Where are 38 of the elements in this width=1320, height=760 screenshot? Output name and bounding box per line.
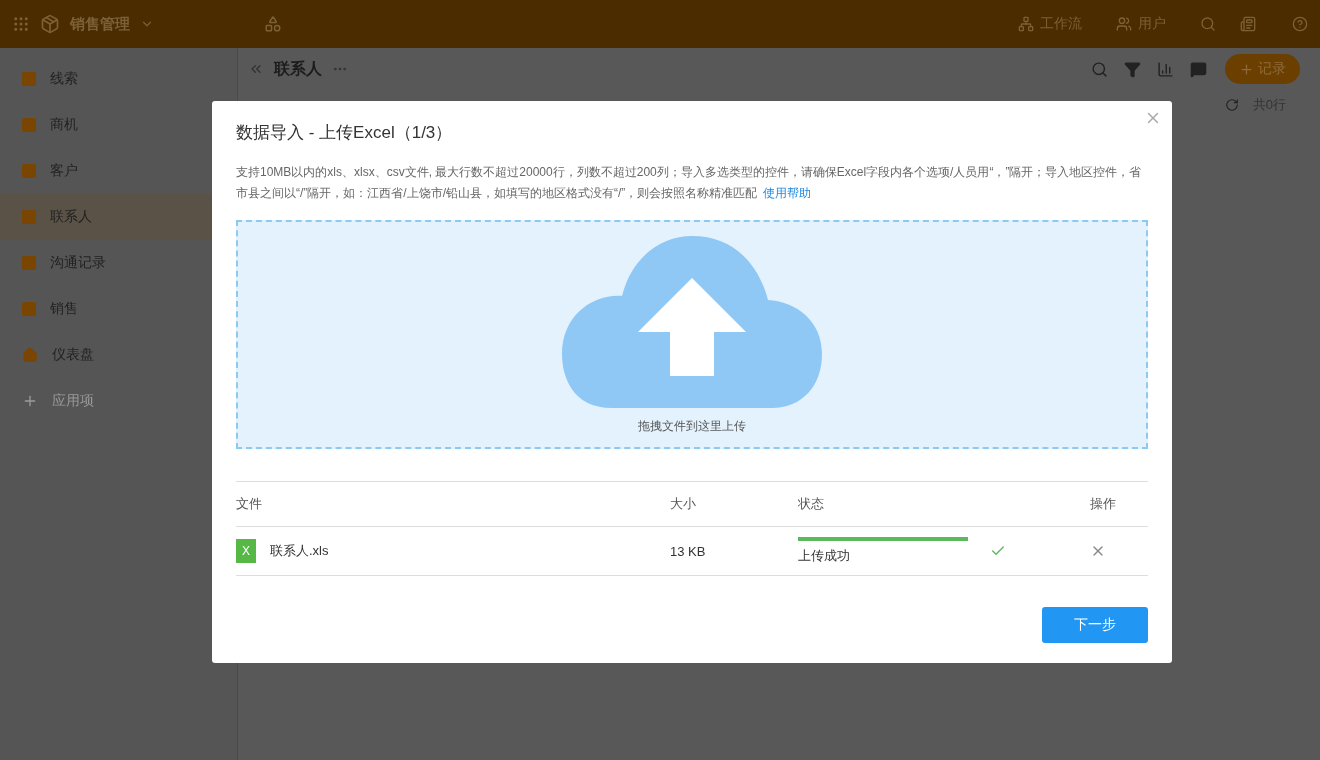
apps-menu-icon[interactable] [12,15,30,33]
table-icon [22,164,36,178]
upload-dropzone[interactable]: 拖拽文件到这里上传 [236,220,1148,449]
plus-icon [22,393,38,409]
next-button[interactable]: 下一步 [1042,607,1148,643]
comment-icon[interactable] [1190,60,1207,78]
plus-icon [1239,61,1254,77]
column-header: 状态 [798,495,825,513]
search-icon[interactable] [1200,16,1216,32]
table-icon [22,72,36,86]
dropzone-label: 拖拽文件到这里上传 [638,418,746,435]
filter-icon[interactable] [1124,60,1141,78]
table-icon [22,210,36,224]
dialog-title: 数据导入 - 上传Excel（1/3） [236,122,454,144]
file-size: 13 KB [670,543,707,559]
help-icon[interactable] [1292,16,1308,32]
upload-status: 上传成功 [798,547,851,565]
column-header: 大小 [670,495,697,513]
cube-icon [40,14,60,34]
refresh-icon[interactable] [1224,98,1239,112]
dialog-description: 支持10MB以内的xls、xlsx、csv文件, 最大行数不超过20000行，列数不超过200列；导入多选类型的控件，请确保Excel字段内各个选项/人员用“，”隔开；导入地区控件，省市县之间以“/”隔开，如：江西省/上饶市/铅山县，如填写的地区格式没有“/”，则会按照名称精准匹配 使用帮助 [236,164,1143,202]
shapes-icon[interactable] [264,15,282,33]
bar-chart-icon[interactable] [1157,60,1174,78]
table-icon [22,256,36,270]
column-header: 文件 [236,495,263,513]
document-icon[interactable] [1240,16,1256,32]
column-header: 操作 [1090,495,1116,513]
spreadsheet-file-icon: X [236,539,256,563]
home-icon [22,347,38,363]
users-icon [1116,16,1132,32]
search-icon[interactable] [1091,60,1108,78]
sidebar-item[interactable]: 应用项 [0,378,237,424]
table-icon [22,118,36,132]
help-link[interactable]: 使用帮助 [763,186,812,200]
page-title: 联系人 [274,58,322,79]
sitemap-icon [1018,16,1034,32]
table-icon [22,302,36,316]
file-name: 联系人.xls [270,542,329,560]
